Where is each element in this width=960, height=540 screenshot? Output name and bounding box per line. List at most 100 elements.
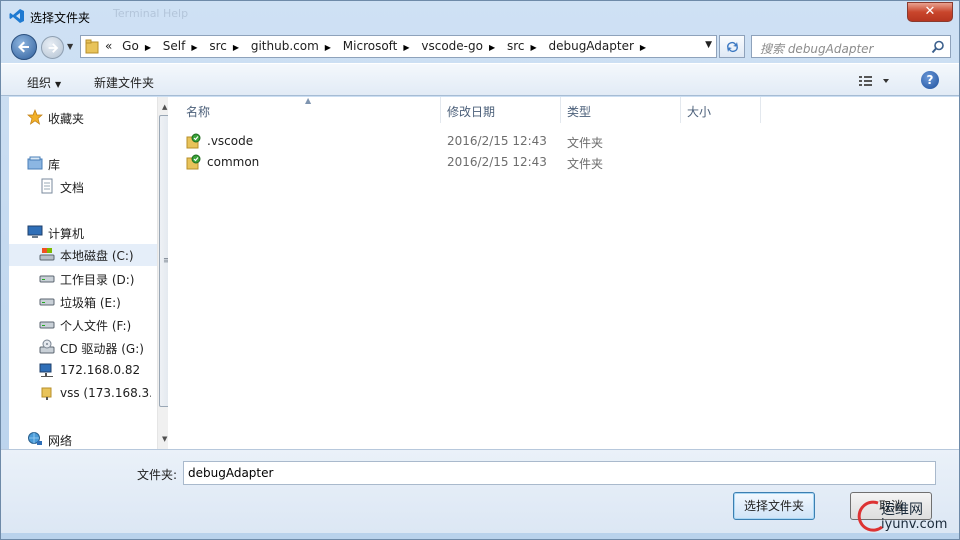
chevron-right-icon[interactable]: ▶ xyxy=(640,43,646,52)
watermark-url: iyunv.com xyxy=(881,517,948,532)
file-list[interactable]: ▲ 名称 修改日期 类型 大小 .vscode 2016/2/15 12:43 … xyxy=(168,96,959,449)
breadcrumb-item[interactable]: Self xyxy=(163,39,186,53)
breadcrumb-item[interactable]: debugAdapter xyxy=(548,39,633,53)
organize-button[interactable]: 组织 ▼ xyxy=(27,74,61,91)
column-header-date[interactable]: 修改日期 xyxy=(441,97,561,123)
help-icon[interactable]: ? xyxy=(921,71,939,89)
breadcrumb-item[interactable]: vscode-go xyxy=(421,39,483,53)
nav-item-label: 172.168.0.82 xyxy=(60,363,141,377)
file-type: 文件夹 xyxy=(567,157,604,171)
breadcrumb: « Go ▶ Self ▶ src ▶ github.com ▶ Microsoft ▶ … xyxy=(105,39,654,53)
search-input[interactable]: 搜索 debugAdapter xyxy=(751,35,951,58)
table-row[interactable]: .vscode 2016/2/15 12:43 文件夹 xyxy=(168,131,959,152)
window-title: 选择文件夹 xyxy=(30,11,91,25)
nav-item-label: 收藏夹 xyxy=(48,112,85,126)
breadcrumb-item[interactable]: Go xyxy=(122,39,139,53)
dialog-footer: 文件夹: 选择文件夹 取消 xyxy=(1,449,959,533)
chevron-right-icon[interactable]: ▶ xyxy=(325,43,331,52)
chevron-right-icon[interactable]: ▶ xyxy=(403,43,409,52)
nav-item-label: 个人文件 (F:) xyxy=(60,319,132,333)
file-date: 2016/2/15 12:43 xyxy=(447,155,547,169)
address-bar[interactable]: « Go ▶ Self ▶ src ▶ github.com ▶ Microsoft ▶ … xyxy=(80,35,717,58)
system-drive-icon xyxy=(39,248,55,261)
nav-item-label: vss (173.168.3.9 xyxy=(60,386,151,400)
column-header-label: 名称 xyxy=(186,105,211,119)
nav-item-label: 网络 xyxy=(48,434,73,448)
breadcrumb-item[interactable]: src xyxy=(209,39,227,53)
nav-item-label: 工作目录 (D:) xyxy=(60,273,135,287)
nav-item-network[interactable]: 网络 xyxy=(27,429,167,451)
recent-pages-dropdown-icon[interactable]: ▼ xyxy=(67,42,77,52)
computer-icon xyxy=(27,225,43,238)
nav-item-libraries[interactable]: 库 xyxy=(27,153,167,175)
chevron-right-icon[interactable]: ▶ xyxy=(530,43,536,52)
scroll-down-icon[interactable]: ▼ xyxy=(162,435,167,443)
vscode-folder-icon xyxy=(186,154,201,170)
library-icon xyxy=(27,156,43,170)
nav-item-vss-share[interactable]: vss (173.168.3.9 xyxy=(39,383,151,405)
search-placeholder: 搜索 debugAdapter xyxy=(760,42,874,56)
watermark-text: 运维网 xyxy=(881,502,923,518)
file-name: .vscode xyxy=(207,134,254,148)
vscode-icon xyxy=(9,9,24,23)
chevron-down-icon: ▼ xyxy=(55,80,62,89)
shared-folder-icon xyxy=(41,387,52,400)
vscode-folder-icon xyxy=(186,133,201,149)
network-icon xyxy=(28,432,42,445)
drive-icon xyxy=(39,275,55,283)
nav-item-label: 计算机 xyxy=(48,227,85,241)
folder-name-input[interactable] xyxy=(183,461,936,485)
refresh-icon xyxy=(727,42,738,53)
select-folder-button[interactable]: 选择文件夹 xyxy=(733,492,815,520)
file-type: 文件夹 xyxy=(567,136,604,150)
background-menu-text: Terminal Help xyxy=(113,7,189,20)
nav-item-computer[interactable]: 计算机 xyxy=(27,222,167,244)
breadcrumb-item[interactable]: github.com xyxy=(251,39,319,53)
column-header-name[interactable]: ▲ 名称 xyxy=(168,96,441,123)
back-button[interactable] xyxy=(11,34,37,60)
sort-ascending-icon: ▲ xyxy=(305,96,312,105)
cd-drive-icon xyxy=(39,339,55,354)
new-folder-button[interactable]: 新建文件夹 xyxy=(94,74,154,91)
drive-icon xyxy=(39,321,55,329)
title-bar: 选择文件夹 Terminal Help ✕ xyxy=(1,1,959,31)
column-header-size[interactable]: 大小 xyxy=(681,97,761,123)
view-list-icon xyxy=(859,76,889,86)
watermark-logo: 运维网 iyunv.com xyxy=(856,495,956,539)
arrow-right-icon xyxy=(48,43,59,53)
nav-item-favorites[interactable]: 收藏夹 xyxy=(27,107,167,129)
arrow-left-icon xyxy=(18,41,29,53)
command-bar: 组织 ▼ 新建文件夹 ? xyxy=(1,63,959,96)
chevron-right-icon[interactable]: ▶ xyxy=(233,43,239,52)
chevron-right-icon[interactable]: ▶ xyxy=(191,43,197,52)
column-header-type[interactable]: 类型 xyxy=(561,97,681,123)
file-name: common xyxy=(207,155,260,169)
folder-picker-dialog: 选择文件夹 Terminal Help ✕ ▼ « Go ▶ Self ▶ src ▶… xyxy=(0,0,960,540)
breadcrumb-overflow[interactable]: « xyxy=(105,39,112,53)
view-options-button[interactable] xyxy=(857,73,893,89)
nav-item-label: 文档 xyxy=(60,181,85,195)
search-icon[interactable] xyxy=(931,40,945,54)
table-row[interactable]: common 2016/2/15 12:43 文件夹 xyxy=(168,152,959,173)
chevron-right-icon[interactable]: ▶ xyxy=(489,43,495,52)
nav-item-drive-c[interactable]: 本地磁盘 (C:) xyxy=(9,244,157,266)
breadcrumb-item[interactable]: Microsoft xyxy=(343,39,398,53)
chevron-right-icon[interactable]: ▶ xyxy=(145,43,151,52)
scroll-up-icon[interactable]: ▲ xyxy=(162,103,167,111)
close-button[interactable]: ✕ xyxy=(907,2,953,22)
forward-button[interactable] xyxy=(41,36,64,59)
breadcrumb-item[interactable]: src xyxy=(507,39,525,53)
address-dropdown-icon[interactable]: ▼ xyxy=(705,40,712,50)
refresh-button[interactable] xyxy=(719,35,745,58)
nav-item-label: 库 xyxy=(48,158,61,172)
navigation-pane[interactable]: 收藏夹 库 文档 计算机 本地磁盘 (C:) 工作目录 (D:) 垃圾箱 (E:… xyxy=(9,97,174,451)
nav-item-label: CD 驱动器 (G:) xyxy=(60,342,144,356)
drive-icon xyxy=(39,298,55,306)
document-icon xyxy=(41,178,53,194)
nav-item-label: 垃圾箱 (E:) xyxy=(60,296,121,310)
organize-label: 组织 xyxy=(27,76,52,90)
folder-icon xyxy=(85,39,99,54)
nav-item-label: 本地磁盘 (C:) xyxy=(60,249,134,263)
network-drive-icon xyxy=(39,363,53,377)
close-icon: ✕ xyxy=(924,4,936,19)
